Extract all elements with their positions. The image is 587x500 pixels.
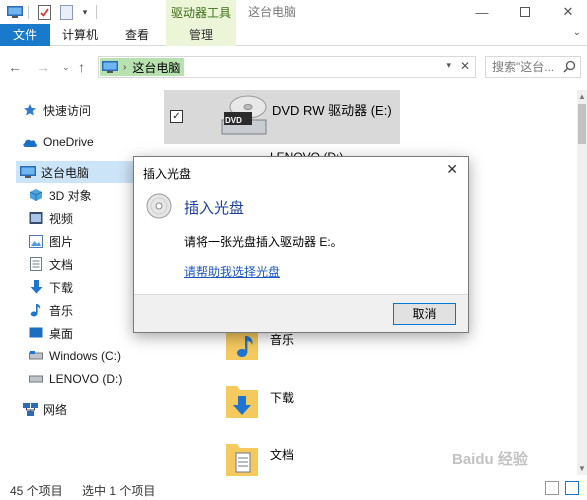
status-bar: 45 个项目 选中 1 个项目 bbox=[0, 478, 587, 500]
up-button[interactable]: ↑ bbox=[78, 59, 85, 75]
cube-icon bbox=[28, 187, 44, 203]
search-placeholder: 搜索"这台... bbox=[492, 60, 555, 74]
sidebar-item-pictures[interactable]: 图片 bbox=[28, 230, 73, 252]
window-title: 这台电脑 bbox=[248, 5, 297, 19]
ribbon-tabs: 文件 计算机 查看 管理 ⌄ bbox=[0, 24, 587, 46]
details-view-icon[interactable] bbox=[545, 481, 559, 495]
divider bbox=[96, 5, 97, 19]
new-folder-icon[interactable] bbox=[58, 4, 74, 20]
computer-icon bbox=[20, 164, 36, 180]
help-choose-disc-link[interactable]: 请帮助我选择光盘 bbox=[184, 263, 280, 280]
watermark: Baidu 经验 bbox=[452, 451, 528, 468]
folder-label-downloads: 下载 bbox=[270, 391, 295, 405]
customize-toolbar-icon[interactable]: ▾ bbox=[78, 4, 92, 20]
vertical-scrollbar[interactable]: ▲ ▼ bbox=[577, 90, 587, 475]
drive-name: DVD RW 驱动器 (E:) bbox=[272, 103, 392, 118]
scroll-thumb[interactable] bbox=[578, 104, 586, 144]
sidebar-item-label: 桌面 bbox=[49, 326, 74, 341]
minimize-button[interactable]: — bbox=[462, 0, 502, 24]
clear-address-icon[interactable]: ✕ bbox=[460, 59, 470, 73]
sidebar-item-label: 3D 对象 bbox=[49, 188, 92, 203]
sidebar-item-label: 这台电脑 bbox=[41, 165, 90, 180]
address-text: 这台电脑 bbox=[132, 60, 181, 75]
drive-tools-label: 驱动器工具 bbox=[166, 0, 236, 24]
sidebar-item-network[interactable]: 网络 bbox=[22, 398, 67, 420]
drive-icon bbox=[28, 371, 44, 387]
documents-folder-icon[interactable] bbox=[226, 440, 258, 476]
item-count: 45 个项目 bbox=[10, 484, 63, 498]
sidebar-item-lenovo-d[interactable]: LENOVO (D:) bbox=[28, 368, 122, 390]
expand-ribbon-icon[interactable]: ⌄ bbox=[573, 27, 581, 38]
sidebar-item-label: Windows (C:) bbox=[49, 349, 122, 363]
tab-manage[interactable]: 管理 bbox=[166, 24, 236, 46]
sidebar-item-label: 下载 bbox=[49, 280, 74, 295]
sidebar-item-onedrive[interactable]: OneDrive bbox=[22, 131, 94, 153]
desktop-icon bbox=[28, 325, 44, 341]
sidebar-item-label: 网络 bbox=[43, 402, 68, 417]
divider bbox=[28, 5, 29, 19]
sidebar-item-quick-access[interactable]: 快速访问 bbox=[22, 99, 91, 121]
drive-icon bbox=[28, 348, 44, 364]
drive-tile-dvd[interactable]: ✓ DVD DVD RW 驱动器 (E:) bbox=[164, 90, 400, 144]
cloud-icon bbox=[22, 134, 38, 150]
cancel-button[interactable]: 取消 bbox=[393, 303, 456, 325]
folder-label-documents: 文档 bbox=[270, 448, 295, 462]
download-icon bbox=[28, 279, 44, 295]
dialog-close-button[interactable]: ✕ bbox=[446, 161, 458, 178]
dvd-badge: DVD bbox=[225, 116, 242, 125]
music-icon bbox=[28, 302, 44, 318]
dialog-footer: 取消 bbox=[134, 294, 468, 332]
dialog-message: 请将一张光盘插入驱动器 E:。 bbox=[184, 235, 343, 249]
close-button[interactable]: ✕ bbox=[548, 0, 587, 24]
folder-label-music: 音乐 bbox=[270, 333, 295, 347]
sidebar-item-label: 视频 bbox=[49, 211, 74, 226]
sidebar-item-label: 文档 bbox=[49, 257, 74, 272]
sidebar-item-3d-objects[interactable]: 3D 对象 bbox=[28, 184, 92, 206]
sidebar-item-windows-c[interactable]: Windows (C:) bbox=[28, 345, 121, 367]
breadcrumb-chevron-icon: › bbox=[123, 61, 127, 73]
sidebar-item-label: 快速访问 bbox=[43, 103, 92, 118]
document-icon bbox=[28, 256, 44, 272]
search-input[interactable]: 搜索"这台... bbox=[485, 56, 581, 78]
picture-icon bbox=[28, 233, 44, 249]
address-dropdown-icon[interactable]: ▾ bbox=[446, 60, 451, 71]
large-icons-view-icon[interactable] bbox=[565, 481, 579, 495]
sidebar-item-desktop[interactable]: 桌面 bbox=[28, 322, 73, 344]
maximize-button[interactable] bbox=[505, 0, 545, 24]
search-icon bbox=[563, 59, 576, 77]
downloads-folder-icon[interactable] bbox=[226, 382, 258, 418]
back-button[interactable]: ← bbox=[8, 59, 22, 75]
tab-file[interactable]: 文件 bbox=[0, 24, 50, 46]
sidebar-item-label: 图片 bbox=[49, 234, 74, 249]
scroll-down-icon[interactable]: ▼ bbox=[578, 464, 586, 473]
sidebar-item-label: LENOVO (D:) bbox=[49, 372, 123, 386]
recent-locations-icon[interactable]: ⌄ bbox=[62, 62, 70, 73]
scroll-up-icon[interactable]: ▲ bbox=[578, 92, 586, 101]
forward-button[interactable]: → bbox=[36, 59, 50, 75]
item-checkbox[interactable]: ✓ bbox=[170, 110, 183, 123]
app-icon bbox=[6, 4, 24, 20]
star-icon bbox=[22, 102, 38, 118]
disc-icon bbox=[146, 193, 172, 219]
computer-icon bbox=[102, 60, 118, 73]
selected-count: 选中 1 个项目 bbox=[82, 484, 156, 498]
video-icon bbox=[28, 210, 44, 226]
network-icon bbox=[22, 401, 38, 417]
insert-disc-dialog: 插入光盘 ✕ 插入光盘 请将一张光盘插入驱动器 E:。 请帮助我选择光盘 取消 bbox=[133, 156, 469, 333]
sidebar-item-videos[interactable]: 视频 bbox=[28, 207, 73, 229]
sidebar-item-documents[interactable]: 文档 bbox=[28, 253, 73, 275]
title-bar: ▾ 驱动器工具 这台电脑 — ✕ bbox=[0, 0, 587, 24]
address-bar[interactable]: › 这台电脑 ▾ ✕ bbox=[98, 56, 476, 78]
sidebar-item-music[interactable]: 音乐 bbox=[28, 299, 73, 321]
address-path[interactable]: › 这台电脑 bbox=[100, 58, 184, 76]
tab-computer[interactable]: 计算机 bbox=[55, 24, 105, 46]
tab-view[interactable]: 查看 bbox=[112, 24, 162, 46]
sidebar-item-label: 音乐 bbox=[49, 303, 74, 318]
dialog-title: 插入光盘 bbox=[143, 167, 192, 181]
sidebar-item-downloads[interactable]: 下载 bbox=[28, 276, 73, 298]
dialog-heading: 插入光盘 bbox=[184, 200, 245, 217]
properties-icon[interactable] bbox=[36, 4, 52, 20]
sidebar-item-label: OneDrive bbox=[43, 135, 94, 149]
